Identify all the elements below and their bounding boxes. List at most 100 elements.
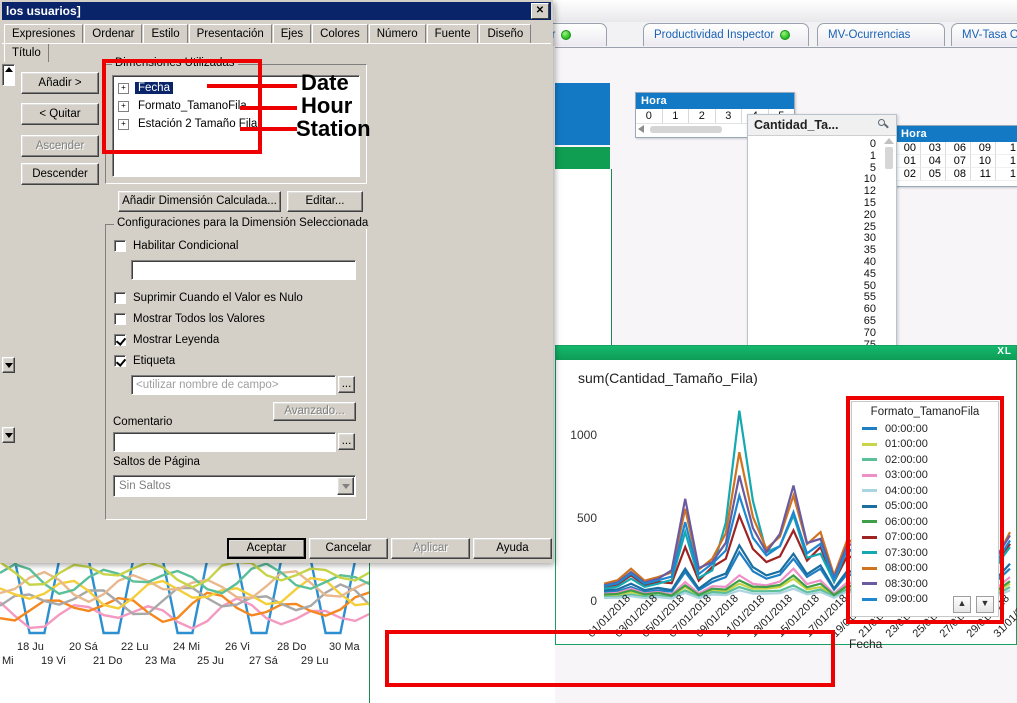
sheet-tab-1[interactable]: Productividad Inspector xyxy=(643,23,809,46)
expand-icon[interactable]: + xyxy=(118,100,129,112)
chart-caption-bar[interactable]: XL xyxy=(556,346,1016,360)
scroll-up-arrow-icon[interactable] xyxy=(883,138,894,144)
chevron-down-icon[interactable] xyxy=(341,484,350,489)
legend-entry[interactable]: 02:00:00 xyxy=(852,452,998,468)
hora-grid-row[interactable]: 02 05 08 11 1 xyxy=(896,168,1017,181)
chevron-down-icon[interactable] xyxy=(4,433,13,438)
legend-entry[interactable]: 03:00:00 xyxy=(852,468,998,484)
dialog-aceptar-button[interactable]: Aceptar xyxy=(227,538,306,559)
legend-entry[interactable]: 08:30:00 xyxy=(852,576,998,592)
page-breaks-dropdown-button[interactable] xyxy=(337,477,354,495)
hora-grid-cell[interactable]: 11 xyxy=(971,168,996,181)
scroll-up-arrow-icon[interactable] xyxy=(4,67,13,72)
dialog-tab-expresiones[interactable]: Expresiones xyxy=(4,24,84,43)
dialog-tab-nmero[interactable]: Número xyxy=(368,24,426,43)
sheet-tab-2[interactable]: MV-Ocurrencias xyxy=(817,23,945,46)
label-field-browse-button[interactable]: ... xyxy=(338,376,355,393)
legend-entry[interactable]: 01:00:00 xyxy=(852,437,998,453)
sheet-tab-3[interactable]: MV-Tasa Ocurren xyxy=(951,23,1017,46)
hora-grid-cell[interactable]: 09 xyxy=(971,142,996,155)
legend-entry[interactable]: 05:00:00 xyxy=(852,499,998,515)
comment-field[interactable] xyxy=(113,432,336,452)
chevron-down-icon[interactable] xyxy=(4,363,13,368)
hora-grid-cell[interactable]: 03 xyxy=(921,142,946,155)
close-icon[interactable]: ✕ xyxy=(531,3,549,19)
cantidad-listbox[interactable]: Cantidad_Ta... 0 1 5 10 12 15 20 25 30 35 40 45 50 55… xyxy=(747,114,897,351)
excel-export-icon[interactable]: XL xyxy=(997,346,1012,357)
legend-entries[interactable]: 00:00:00 01:00:00 02:00:00 03:00:00 04:00:00… xyxy=(852,421,998,607)
dialog-tabs[interactable]: Expresiones Ordenar Estilo Presentación Ejes… xyxy=(4,24,551,62)
cantidad-value[interactable]: 65 xyxy=(864,315,876,327)
search-icon[interactable] xyxy=(878,119,889,130)
legend-entry[interactable]: 07:00:00 xyxy=(852,530,998,546)
hora-value-cell[interactable]: 2 xyxy=(689,109,716,123)
setting-checkbox[interactable] xyxy=(114,313,126,325)
dimension-quitar-button[interactable]: < Quitar xyxy=(21,103,99,125)
scroll-left-arrow-icon[interactable] xyxy=(638,125,644,133)
cantidad-value[interactable]: 40 xyxy=(864,256,876,268)
setting-checkbox[interactable] xyxy=(114,292,126,304)
cantidad-value[interactable]: 60 xyxy=(864,303,876,315)
legend-entry[interactable]: 04:00:00 xyxy=(852,483,998,499)
cantidad-value[interactable]: 55 xyxy=(864,291,876,303)
hora-grid-cell[interactable]: 07 xyxy=(946,155,971,168)
cantidad-value[interactable]: 30 xyxy=(864,232,876,244)
cantidad-value[interactable]: 0 xyxy=(870,138,876,150)
setting-checkbox[interactable] xyxy=(114,355,126,367)
left-dropdown-widget-middle[interactable] xyxy=(2,357,15,373)
enable-conditional-row[interactable]: Habilitar Condicional xyxy=(114,240,238,252)
dialog-tab-colores[interactable]: Colores xyxy=(312,24,368,43)
cantidad-value[interactable]: 1 xyxy=(870,150,876,162)
dialog-tab-estilo[interactable]: Estilo xyxy=(143,24,188,43)
cantidad-value[interactable]: 50 xyxy=(864,280,876,292)
expand-icon[interactable]: + xyxy=(118,82,129,94)
dialog-tab-fuente[interactable]: Fuente xyxy=(426,24,479,43)
hora-grid-row[interactable]: 01 04 07 10 1 xyxy=(896,155,1017,168)
dialog-ayuda-button[interactable]: Ayuda xyxy=(473,538,552,559)
dialog-tab-presentacin[interactable]: Presentación xyxy=(188,24,272,43)
dimension-aadir-button[interactable]: Añadir > xyxy=(21,72,99,94)
cantidad-value[interactable]: 25 xyxy=(864,221,876,233)
cantidad-value[interactable]: 45 xyxy=(864,268,876,280)
hora-grid-cell[interactable]: 1 xyxy=(996,155,1017,168)
dimension-edit-button[interactable]: Editar... xyxy=(287,191,363,212)
hora-grid-cell[interactable]: 05 xyxy=(921,168,946,181)
hora-grid-cell[interactable]: 00 xyxy=(896,142,921,155)
page-breaks-select[interactable]: Sin Saltos xyxy=(113,475,356,497)
hora-value-cell[interactable]: 3 xyxy=(716,109,742,123)
legend-scroll-down-button[interactable]: ▼ xyxy=(976,596,994,613)
label-field[interactable]: <utilizar nombre de campo> xyxy=(131,375,336,395)
legend-scroll-buttons[interactable]: ▲ ▼ xyxy=(951,596,994,613)
setting-checkbox-row-3[interactable]: Etiqueta xyxy=(114,355,175,367)
cantidad-value[interactable]: 10 xyxy=(864,173,876,185)
cantidad-value[interactable]: 70 xyxy=(864,327,876,339)
hora-grid-cell[interactable]: 08 xyxy=(946,168,971,181)
comment-browse-button[interactable]: ... xyxy=(338,433,355,450)
setting-checkbox-row-0[interactable]: Suprimir Cuando el Valor es Nulo xyxy=(114,292,303,304)
hora-grid-cell[interactable]: 04 xyxy=(921,155,946,168)
dialog-tab-diseo[interactable]: Diseño xyxy=(479,24,532,43)
hora-grid-listbox[interactable]: Hora 00 03 06 09 1 01 04 07 10 1 02 05 08 11 1 xyxy=(895,125,1017,187)
left-scroll-widget-top[interactable] xyxy=(2,64,15,86)
hora-grid-cell[interactable]: 06 xyxy=(946,142,971,155)
legend-entry[interactable]: 08:00:00 xyxy=(852,561,998,577)
cantidad-value[interactable]: 15 xyxy=(864,197,876,209)
conditional-expression-field[interactable] xyxy=(131,260,356,280)
dialog-cancelar-button[interactable]: Cancelar xyxy=(309,538,388,559)
dialog-tab-ejes[interactable]: Ejes xyxy=(272,24,312,43)
cantidad-value[interactable]: 5 xyxy=(870,162,876,174)
expand-icon[interactable]: + xyxy=(118,118,129,130)
scroll-thumb[interactable] xyxy=(650,126,722,133)
cantidad-value[interactable]: 20 xyxy=(864,209,876,221)
hora-grid-cell[interactable]: 1 xyxy=(996,142,1017,155)
left-dropdown-widget-bottom[interactable] xyxy=(2,427,15,443)
cantidad-scroll-thumb[interactable] xyxy=(884,147,893,169)
cantidad-value[interactable]: 12 xyxy=(864,185,876,197)
hora-grid-row[interactable]: 00 03 06 09 1 xyxy=(896,142,1017,155)
cantidad-scrollbar[interactable] xyxy=(883,138,894,349)
cantidad-value[interactable]: 35 xyxy=(864,244,876,256)
dialog-tab-ordenar[interactable]: Ordenar xyxy=(84,24,143,43)
dimension-descender-button[interactable]: Descender xyxy=(21,163,99,185)
sheet-tab-bar[interactable]: dadorProductividad InspectorMV-Ocurrenci… xyxy=(515,22,1017,48)
hora-value-cell[interactable]: 1 xyxy=(663,109,689,123)
